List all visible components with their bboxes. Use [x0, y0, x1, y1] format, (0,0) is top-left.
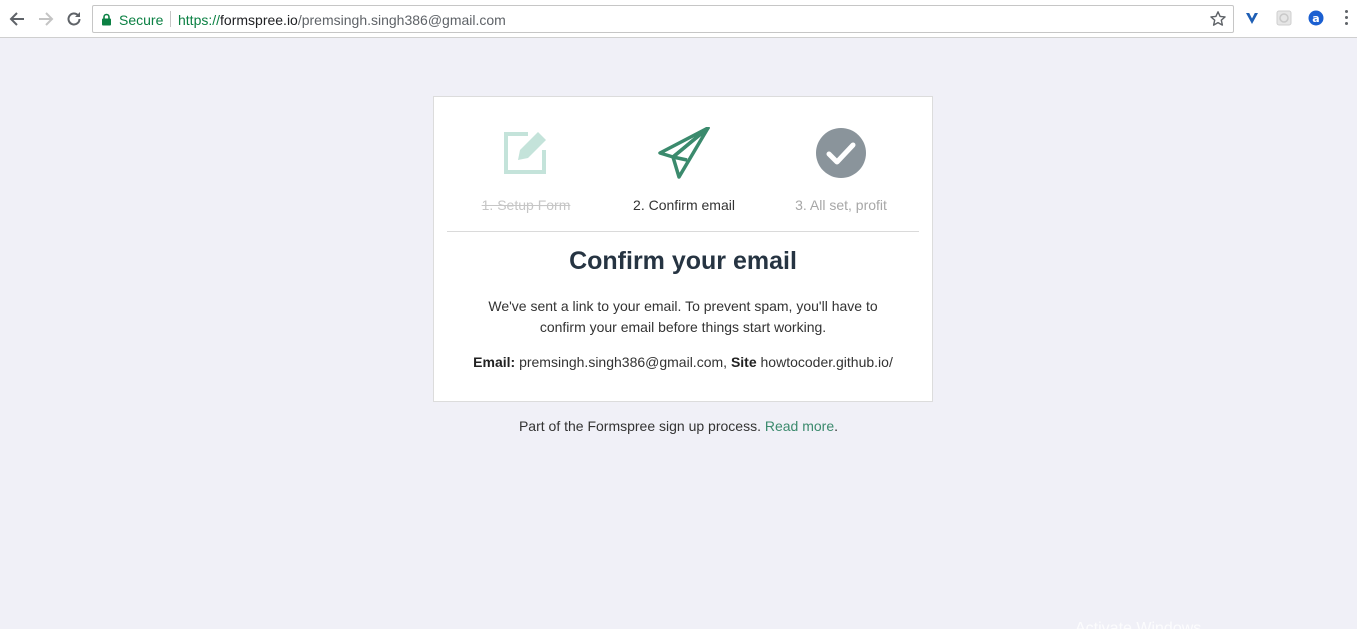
- page-title: Confirm your email: [569, 247, 797, 275]
- read-more-link[interactable]: Read more: [765, 418, 834, 434]
- forward-arrow-icon[interactable]: [35, 8, 57, 30]
- paper-plane-icon: [658, 127, 710, 179]
- site-value: howtocoder.github.io/: [760, 354, 893, 370]
- url-host: formspree.io: [220, 12, 298, 28]
- email-site-info: Email: premsingh.singh386@gmail.com, Sit…: [434, 354, 932, 370]
- lock-icon: [101, 13, 112, 31]
- extension-v-icon[interactable]: [1243, 9, 1261, 27]
- step-setup-form: 1. Setup Form: [481, 197, 571, 213]
- footer-text: Part of the Formspree sign up process. R…: [0, 418, 1357, 434]
- email-value: premsingh.singh386@gmail.com,: [519, 354, 728, 370]
- check-circle-icon: [816, 128, 866, 178]
- back-arrow-icon[interactable]: [6, 8, 28, 30]
- step-confirm-email: 2. Confirm email: [633, 197, 735, 213]
- footer-suffix: .: [834, 418, 839, 434]
- footer-description: Part of the Formspree sign up process.: [518, 418, 761, 434]
- browser-toolbar: Secure https://formspree.io/premsingh.si…: [0, 0, 1357, 38]
- step-all-set: 3. All set, profit: [795, 197, 887, 213]
- extension-a-icon[interactable]: a: [1307, 9, 1325, 27]
- divider: [447, 231, 919, 232]
- email-label: Email:: [473, 354, 516, 370]
- url-text[interactable]: https://formspree.io/premsingh.singh386@…: [178, 12, 506, 28]
- extension-puzzle-icon[interactable]: [1275, 9, 1293, 27]
- secure-label: Secure: [119, 12, 164, 28]
- windows-watermark: Activate Windows: [1075, 620, 1202, 629]
- reload-icon[interactable]: [63, 8, 85, 30]
- omnibox-separator: [170, 11, 171, 27]
- star-icon[interactable]: [1209, 10, 1227, 33]
- confirm-card: 1. Setup Form 2. Confirm email 3. All se…: [433, 96, 933, 402]
- site-label: Site: [730, 354, 757, 370]
- description-text: We've sent a link to your email. To prev…: [488, 298, 878, 335]
- svg-text:a: a: [1312, 12, 1319, 25]
- url-path: /premsingh.singh386@gmail.com: [297, 12, 506, 28]
- url-scheme: https://: [178, 12, 221, 28]
- address-bar[interactable]: Secure https://formspree.io/premsingh.si…: [92, 5, 1234, 33]
- edit-icon: [504, 132, 546, 174]
- menu-dots-icon[interactable]: [1342, 10, 1350, 28]
